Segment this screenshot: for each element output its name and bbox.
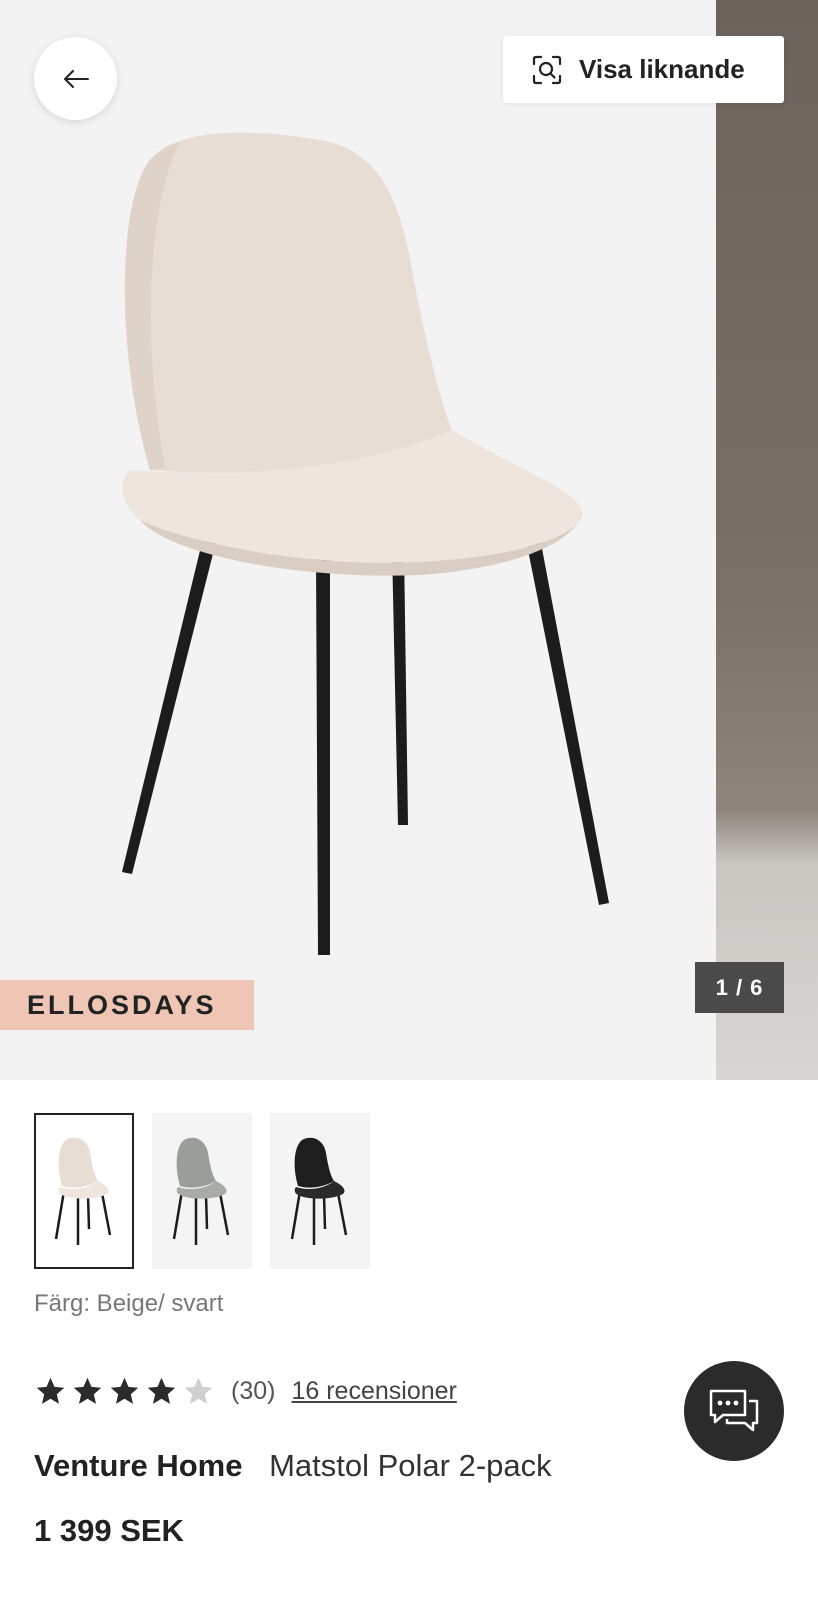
product-price: 1 399 SEK: [34, 1513, 184, 1548]
star-rating: [34, 1375, 215, 1408]
rating-row: (30) 16 recensioner: [34, 1375, 457, 1408]
chair-thumbnail-black: [290, 1137, 348, 1245]
reviews-link[interactable]: 16 recensioner: [291, 1377, 456, 1406]
product-title: Venture Home Matstol Polar 2-pack: [34, 1448, 552, 1484]
back-button[interactable]: [34, 37, 117, 120]
product-brand[interactable]: Venture Home: [34, 1448, 242, 1483]
star-filled-icon: [73, 1377, 102, 1404]
product-image-gallery[interactable]: Visa liknande ELLOSDAYS 1 / 6: [0, 0, 818, 1080]
image-pager: 1 / 6: [695, 962, 784, 1013]
product-image-chair: [122, 132, 609, 955]
show-similar-button[interactable]: Visa liknande: [503, 36, 784, 103]
show-similar-label: Visa liknande: [579, 54, 745, 84]
star-empty-icon: [184, 1377, 213, 1404]
visual-search-icon: [532, 55, 562, 84]
arrow-left-icon: [63, 69, 89, 88]
star-filled-icon: [147, 1377, 176, 1404]
variant-thumb-grey[interactable]: [152, 1113, 252, 1269]
color-label: Färg: Beige/ svart: [34, 1290, 224, 1317]
star-filled-icon: [110, 1377, 139, 1404]
next-image-peek: [716, 0, 818, 1080]
chat-button[interactable]: [684, 1361, 784, 1461]
chair-thumbnail-grey: [172, 1137, 230, 1245]
product-name: Matstol Polar 2-pack: [269, 1448, 552, 1483]
promo-badge: ELLOSDAYS: [0, 980, 254, 1030]
chair-thumbnail-beige: [54, 1137, 112, 1245]
variant-thumb-black[interactable]: [270, 1113, 370, 1269]
rating-count: (30): [231, 1377, 276, 1405]
variant-thumbnails: [34, 1113, 370, 1269]
chat-bubbles-icon: [709, 1389, 759, 1432]
star-filled-icon: [36, 1377, 65, 1404]
variant-thumb-beige[interactable]: [34, 1113, 134, 1269]
